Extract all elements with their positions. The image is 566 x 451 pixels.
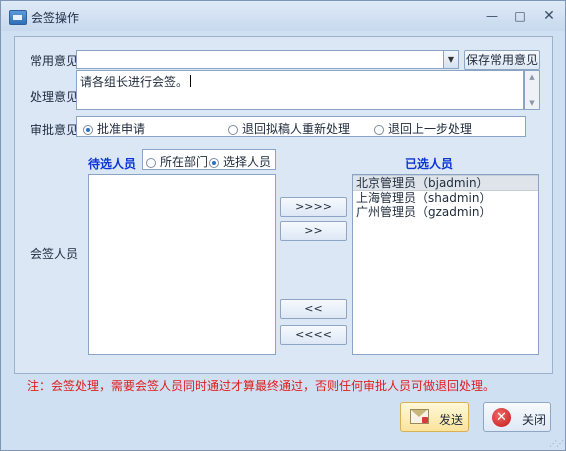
resize-grip-icon[interactable]: ⋰⋰ <box>549 439 564 448</box>
chevron-down-icon[interactable]: ▼ <box>443 51 458 68</box>
close-button-label: 关闭 <box>522 413 547 427</box>
radio-selected-icon <box>209 158 219 168</box>
radio-empty-icon <box>146 158 156 168</box>
processing-opinion-label: 处理意见 <box>30 90 79 104</box>
processing-opinion-input[interactable]: 请各组长进行会签。 <box>76 70 524 110</box>
processing-opinion-scrollbar[interactable]: ▲ ▼ <box>524 70 540 110</box>
send-button[interactable]: 发送 <box>400 402 469 432</box>
radio-empty-icon <box>228 125 238 135</box>
maximize-button[interactable]: □ <box>512 8 528 24</box>
approval-radio-group: 批准申请 退回拟稿人重新处理 退回上一步处理 <box>76 116 526 137</box>
scroll-down-icon[interactable]: ▼ <box>525 99 539 107</box>
radio-return-previous[interactable]: 退回上一步处理 <box>374 120 472 137</box>
radio-department[interactable]: 所在部门 <box>146 153 208 170</box>
selected-title: 已选人员 <box>405 157 454 171</box>
radio-return-drafter[interactable]: 退回拟稿人重新处理 <box>228 120 350 137</box>
remove-all-button[interactable]: <<<< <box>280 325 347 345</box>
countersign-dialog: 会签操作 — □ ✕ 常用意见 ▼ 保存常用意见 处理意见 请各组长进行会签。 … <box>0 0 566 451</box>
text-caret <box>190 75 192 87</box>
candidates-title: 待选人员 <box>88 157 137 171</box>
approval-label: 审批意见 <box>30 123 79 137</box>
save-common-opinion-button[interactable]: 保存常用意见 <box>464 50 540 70</box>
add-all-button[interactable]: >>>> <box>280 197 347 217</box>
processing-opinion-text: 请各组长进行会签。 <box>80 75 189 89</box>
candidate-filter-group: 所在部门 选择人员 <box>142 149 276 170</box>
radio-approve[interactable]: 批准申请 <box>83 120 145 137</box>
add-button[interactable]: >> <box>280 221 347 241</box>
countersign-note: 注：会签处理，需要会签人员同时通过才算最终通过，否则任何审批人员可做退回处理。 <box>27 379 496 393</box>
close-circle-icon: ✕ <box>492 408 511 427</box>
title-bar[interactable]: 会签操作 — □ ✕ <box>1 1 565 31</box>
radio-select-people[interactable]: 选择人员 <box>209 153 271 170</box>
window-app-icon <box>9 10 27 25</box>
candidate-list[interactable] <box>88 174 276 355</box>
minimize-button[interactable]: — <box>484 8 500 24</box>
list-item[interactable]: 北京管理员（bjadmin） <box>353 175 538 191</box>
common-opinion-combo[interactable]: ▼ <box>76 50 459 69</box>
remove-button[interactable]: << <box>280 299 347 319</box>
common-opinion-label: 常用意见 <box>30 54 79 68</box>
window-close-button[interactable]: ✕ <box>541 8 557 24</box>
list-item[interactable]: 上海管理员（shadmin） <box>353 191 538 205</box>
list-item[interactable]: 广州管理员（gzadmin） <box>353 205 538 219</box>
selected-list[interactable]: 北京管理员（bjadmin） 上海管理员（shadmin） 广州管理员（gzad… <box>352 174 539 355</box>
countersign-label: 会签人员 <box>30 247 79 261</box>
window-title: 会签操作 <box>31 11 80 25</box>
close-button[interactable]: ✕ 关闭 <box>483 402 551 432</box>
radio-empty-icon <box>374 125 384 135</box>
send-button-label: 发送 <box>439 413 464 427</box>
scroll-up-icon[interactable]: ▲ <box>525 73 539 81</box>
envelope-icon <box>410 409 429 424</box>
radio-selected-icon <box>83 125 93 135</box>
